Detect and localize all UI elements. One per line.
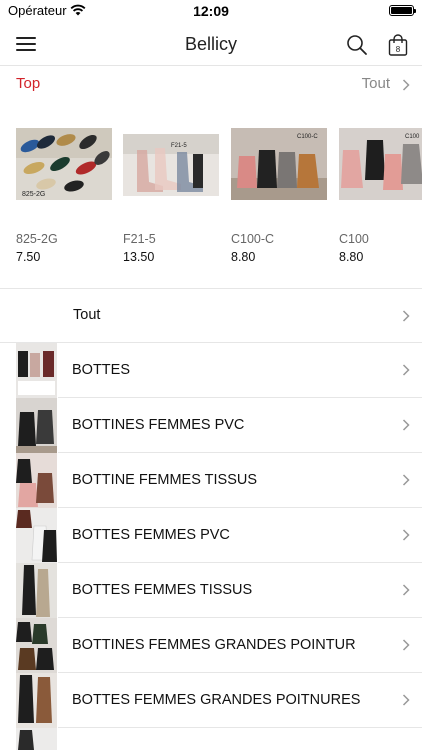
product-code: C100 [339, 232, 369, 246]
category-label: BOTTES FEMMES GRANDES POITNURES [72, 692, 361, 708]
category-row[interactable]: BOTTES FEMMES PVC [0, 508, 422, 563]
product-image-tag: C100 [405, 134, 420, 140]
category-row[interactable]: BOTTES FEMMES TISSUS [0, 563, 422, 618]
shopping-bag-icon[interactable]: 8 [388, 34, 408, 56]
chevron-right-icon [402, 364, 410, 376]
category-thumbnail [16, 398, 57, 453]
svg-text:8: 8 [396, 45, 401, 54]
category-all-label: Tout [73, 307, 101, 323]
category-label: BOTTINES FEMMES PVC [72, 417, 245, 433]
product-image-tag: F21-5 [171, 143, 187, 149]
category-label: BOTTES FEMMES PVC [72, 527, 230, 543]
category-row[interactable]: BOTTINES FEMMES PVC [0, 398, 422, 453]
category-row[interactable]: BOTTINE FEMMES TISSUS [0, 453, 422, 508]
chevron-right-icon [402, 529, 410, 541]
top-products-carousel[interactable]: 825-2G 825-2G 7.50 F21-5 F21-5 13.50 C10… [0, 110, 422, 270]
chevron-right-icon[interactable] [402, 79, 410, 91]
top-section-title: Top [16, 75, 41, 92]
category-row[interactable]: BOTTES FEMMES GRANDES POITNURES [0, 673, 422, 728]
category-thumbnail [16, 618, 57, 673]
chevron-right-icon [402, 474, 410, 486]
top-see-all-link[interactable]: Tout [362, 75, 390, 92]
product-code: F21-5 [123, 232, 156, 246]
product-image[interactable]: F21-5 [123, 134, 219, 196]
category-label: BOTTINE FEMMES TISSUS [72, 472, 258, 488]
category-all-row[interactable]: Tout [0, 289, 422, 343]
chevron-right-icon [402, 639, 410, 651]
product-image[interactable]: C100 [339, 128, 422, 200]
product-price: 8.80 [339, 250, 364, 264]
search-icon[interactable] [346, 34, 368, 56]
top-navigation-bar: Bellicy 8 [0, 22, 422, 66]
product-image[interactable]: 825-2G [16, 128, 112, 200]
category-thumbnail [16, 453, 57, 508]
product-price: 7.50 [16, 250, 41, 264]
category-thumbnail [16, 508, 57, 563]
category-label: BOTTES FEMMES TISSUS [72, 582, 253, 598]
chevron-right-icon [402, 310, 410, 322]
product-image[interactable]: C100-C [231, 128, 327, 200]
battery-icon [389, 5, 416, 16]
product-image-tag: 825-2G [22, 191, 45, 198]
chevron-right-icon [402, 694, 410, 706]
category-label: BOTTINES FEMMES GRANDES POINTUR [72, 637, 356, 653]
top-section-header: Top Tout [0, 66, 422, 102]
chevron-right-icon [402, 584, 410, 596]
product-price: 13.50 [123, 250, 155, 264]
category-label: BOTTES [72, 362, 131, 378]
category-row[interactable]: BOTTINES FEMMES GRANDES POINTUR [0, 618, 422, 673]
category-row[interactable]: BOTTES [0, 343, 422, 398]
chevron-right-icon [402, 419, 410, 431]
category-thumbnail [16, 563, 57, 618]
category-row[interactable] [0, 728, 422, 750]
category-thumbnail [16, 343, 57, 398]
category-thumbnail [16, 673, 57, 728]
product-image-tag: C100-C [297, 134, 318, 140]
product-code: 825-2G [16, 232, 58, 246]
product-code: C100-C [231, 232, 275, 246]
product-price: 8.80 [231, 250, 256, 264]
status-bar: Opérateur 12:09 [0, 0, 422, 22]
category-thumbnail [16, 728, 57, 750]
clock: 12:09 [193, 3, 229, 19]
